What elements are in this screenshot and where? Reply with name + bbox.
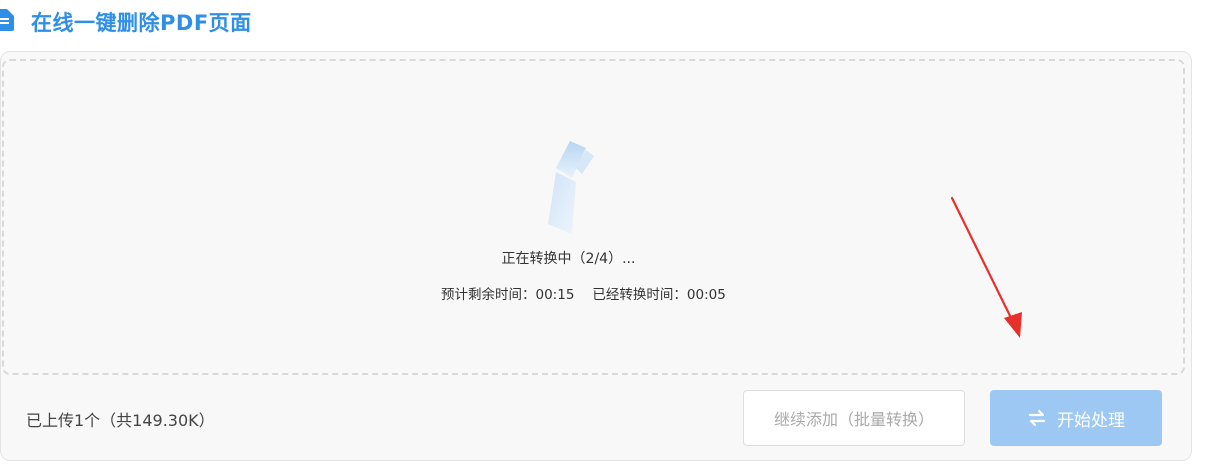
page-header: 在线一键删除PDF页面: [0, 0, 700, 40]
elapsed-time-value: 00:05: [686, 287, 726, 303]
start-processing-button[interactable]: 开始处理: [990, 390, 1162, 446]
conversion-status: 正在转换中（2/4）...: [501, 251, 636, 267]
loading-spinner-icon: [548, 141, 594, 234]
converter-card: 正在转换中（2/4）... 预计剩余时间：00:15 已经转换时间：00:05 已…: [0, 51, 1192, 461]
document-icon: [0, 9, 14, 31]
conversion-timing: 预计剩余时间：00:15 已经转换时间：00:05: [441, 283, 726, 303]
file-dropzone[interactable]: 正在转换中（2/4）... 预计剩余时间：00:15 已经转换时间：00:05: [2, 59, 1185, 375]
page-title: 在线一键删除PDF页面: [31, 11, 252, 35]
continue-add-button[interactable]: 继续添加（批量转换）: [743, 390, 965, 446]
start-processing-label: 开始处理: [1057, 410, 1125, 431]
remaining-time-label: 预计剩余时间：: [441, 287, 536, 303]
remaining-time-value: 00:15: [535, 287, 575, 303]
upload-summary: 已上传1个（共149.30K）: [26, 411, 215, 430]
elapsed-time-label: 已经转换时间：: [592, 287, 687, 303]
swap-arrows-icon: [1028, 409, 1046, 427]
